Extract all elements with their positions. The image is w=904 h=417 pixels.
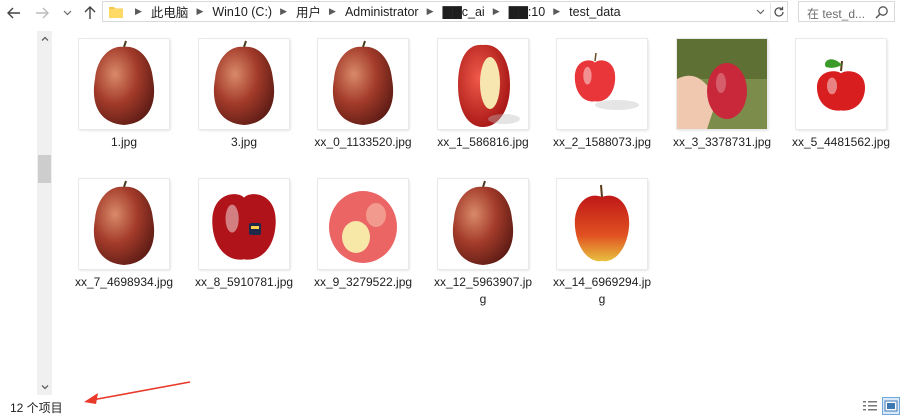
large-icons-view-icon (884, 400, 898, 412)
file-name[interactable]: xx_2_1588073.jpg (550, 134, 654, 151)
search-input[interactable]: 在 test_d... (807, 5, 865, 22)
breadcrumb-test-data[interactable]: test_data (567, 5, 622, 19)
file-thumbnail[interactable] (318, 179, 408, 269)
file-name[interactable]: 1.jpg (72, 134, 176, 151)
file-name[interactable]: xx_12_5963907.jpg (431, 274, 535, 308)
file-name[interactable]: 3.jpg (192, 134, 296, 151)
back-button[interactable] (4, 3, 24, 23)
apple-image-icon (318, 179, 408, 269)
file-thumbnail[interactable] (557, 39, 647, 129)
refresh-icon (774, 6, 784, 17)
apple-image-icon (677, 39, 767, 129)
file-name[interactable]: xx_7_4698934.jpg (72, 274, 176, 291)
file-name[interactable]: xx_8_5910781.jpg (192, 274, 296, 291)
chevron-down-icon (756, 9, 764, 14)
file-thumbnail[interactable] (199, 179, 289, 269)
breadcrumb-redacted-subfolder[interactable]: ▇▇:10 (507, 4, 548, 19)
apple-image-icon (93, 180, 155, 265)
folder-icon (109, 7, 123, 18)
refresh-button[interactable] (770, 3, 787, 20)
file-thumbnail[interactable] (318, 39, 408, 129)
breadcrumb: ▶ 此电脑 ▶ Win10 (C:) ▶ 用户 ▶ Administrator … (129, 2, 623, 21)
search-icon (875, 6, 888, 19)
scroll-up-button[interactable] (37, 31, 52, 46)
search-box[interactable]: 在 test_d... (798, 1, 895, 22)
file-item[interactable]: xx_0_1133520.jpg (311, 37, 415, 151)
file-item[interactable]: xx_12_5963907.jpg (431, 177, 535, 308)
file-name[interactable]: xx_0_1133520.jpg (311, 134, 415, 151)
file-thumbnail[interactable] (438, 39, 528, 129)
address-dropdown-button[interactable] (753, 4, 767, 19)
item-count: 12 个项目 (10, 401, 63, 415)
file-item[interactable]: xx_5_4481562.jpg (789, 37, 893, 151)
file-item[interactable]: xx_2_1588073.jpg (550, 37, 654, 151)
file-item[interactable]: xx_3_3378731.jpg (670, 37, 774, 151)
file-thumbnail[interactable] (199, 39, 289, 129)
chevron-right-icon[interactable]: ▶ (323, 6, 343, 17)
up-button[interactable] (80, 3, 100, 23)
back-arrow-icon (7, 7, 20, 19)
apple-image-icon (93, 40, 155, 125)
chevron-right-icon[interactable]: ▶ (421, 6, 441, 17)
breadcrumb-redacted-folder[interactable]: ▇▇c_ai (441, 4, 487, 19)
scrollbar-thumb[interactable] (38, 155, 51, 183)
chevron-right-icon: ▶ (135, 6, 142, 16)
chevron-down-icon (41, 385, 48, 390)
annotation-arrow-icon (84, 381, 191, 404)
chevron-right-icon[interactable]: ▶ (487, 6, 507, 17)
chevron-right-icon[interactable]: ▶ (547, 6, 567, 17)
breadcrumb-this-pc[interactable]: 此电脑 (149, 2, 191, 21)
forward-button[interactable] (32, 3, 52, 23)
vertical-scrollbar[interactable] (37, 31, 52, 395)
apple-image-icon (452, 180, 514, 265)
forward-arrow-icon (36, 7, 49, 19)
file-thumbnail[interactable] (438, 179, 528, 269)
breadcrumb-drive[interactable]: Win10 (C:) (210, 5, 274, 19)
file-item[interactable]: xx_7_4698934.jpg (72, 177, 176, 291)
apple-image-icon (458, 44, 520, 127)
details-view-button[interactable] (862, 398, 878, 414)
file-name[interactable]: xx_1_586816.jpg (431, 134, 535, 151)
file-item[interactable]: 1.jpg (72, 37, 176, 151)
up-arrow-icon (84, 6, 96, 19)
apple-image-icon (213, 40, 275, 125)
breadcrumb-users[interactable]: 用户 (294, 2, 323, 21)
navigation-bar: ▶ 此电脑 ▶ Win10 (C:) ▶ 用户 ▶ Administrator … (0, 0, 904, 25)
file-name[interactable]: xx_14_6969294.jpg (550, 274, 654, 308)
file-thumbnail[interactable] (677, 39, 767, 129)
large-icons-view-button[interactable] (882, 397, 900, 415)
apple-image-icon (212, 194, 276, 260)
apple-image-icon (332, 40, 394, 125)
apple-image-icon (816, 59, 866, 111)
recent-locations-button[interactable] (60, 3, 74, 23)
file-item[interactable]: 3.jpg (192, 37, 296, 151)
chevron-right-icon[interactable]: ▶ (190, 6, 210, 17)
file-name[interactable]: xx_3_3378731.jpg (670, 134, 774, 151)
chevron-up-icon (41, 36, 48, 41)
scroll-down-button[interactable] (37, 380, 52, 395)
apple-image-icon (574, 184, 630, 262)
chevron-right-icon[interactable]: ▶ (274, 6, 294, 17)
address-bar[interactable]: ▶ 此电脑 ▶ Win10 (C:) ▶ 用户 ▶ Administrator … (102, 1, 788, 22)
apple-image-icon (574, 52, 639, 110)
details-view-icon (863, 401, 877, 411)
file-thumbnail[interactable] (557, 179, 647, 269)
file-item[interactable]: xx_14_6969294.jpg (550, 177, 654, 308)
file-thumbnail[interactable] (796, 39, 886, 129)
chevron-down-icon (63, 10, 71, 16)
file-item[interactable]: xx_9_3279522.jpg (311, 177, 415, 291)
file-item[interactable]: xx_8_5910781.jpg (192, 177, 296, 291)
file-name[interactable]: xx_5_4481562.jpg (789, 134, 893, 151)
file-item[interactable]: xx_1_586816.jpg (431, 37, 535, 151)
file-thumbnail[interactable] (79, 39, 169, 129)
breadcrumb-administrator[interactable]: Administrator (343, 5, 421, 19)
file-name[interactable]: xx_9_3279522.jpg (311, 274, 415, 291)
file-thumbnail[interactable] (79, 179, 169, 269)
